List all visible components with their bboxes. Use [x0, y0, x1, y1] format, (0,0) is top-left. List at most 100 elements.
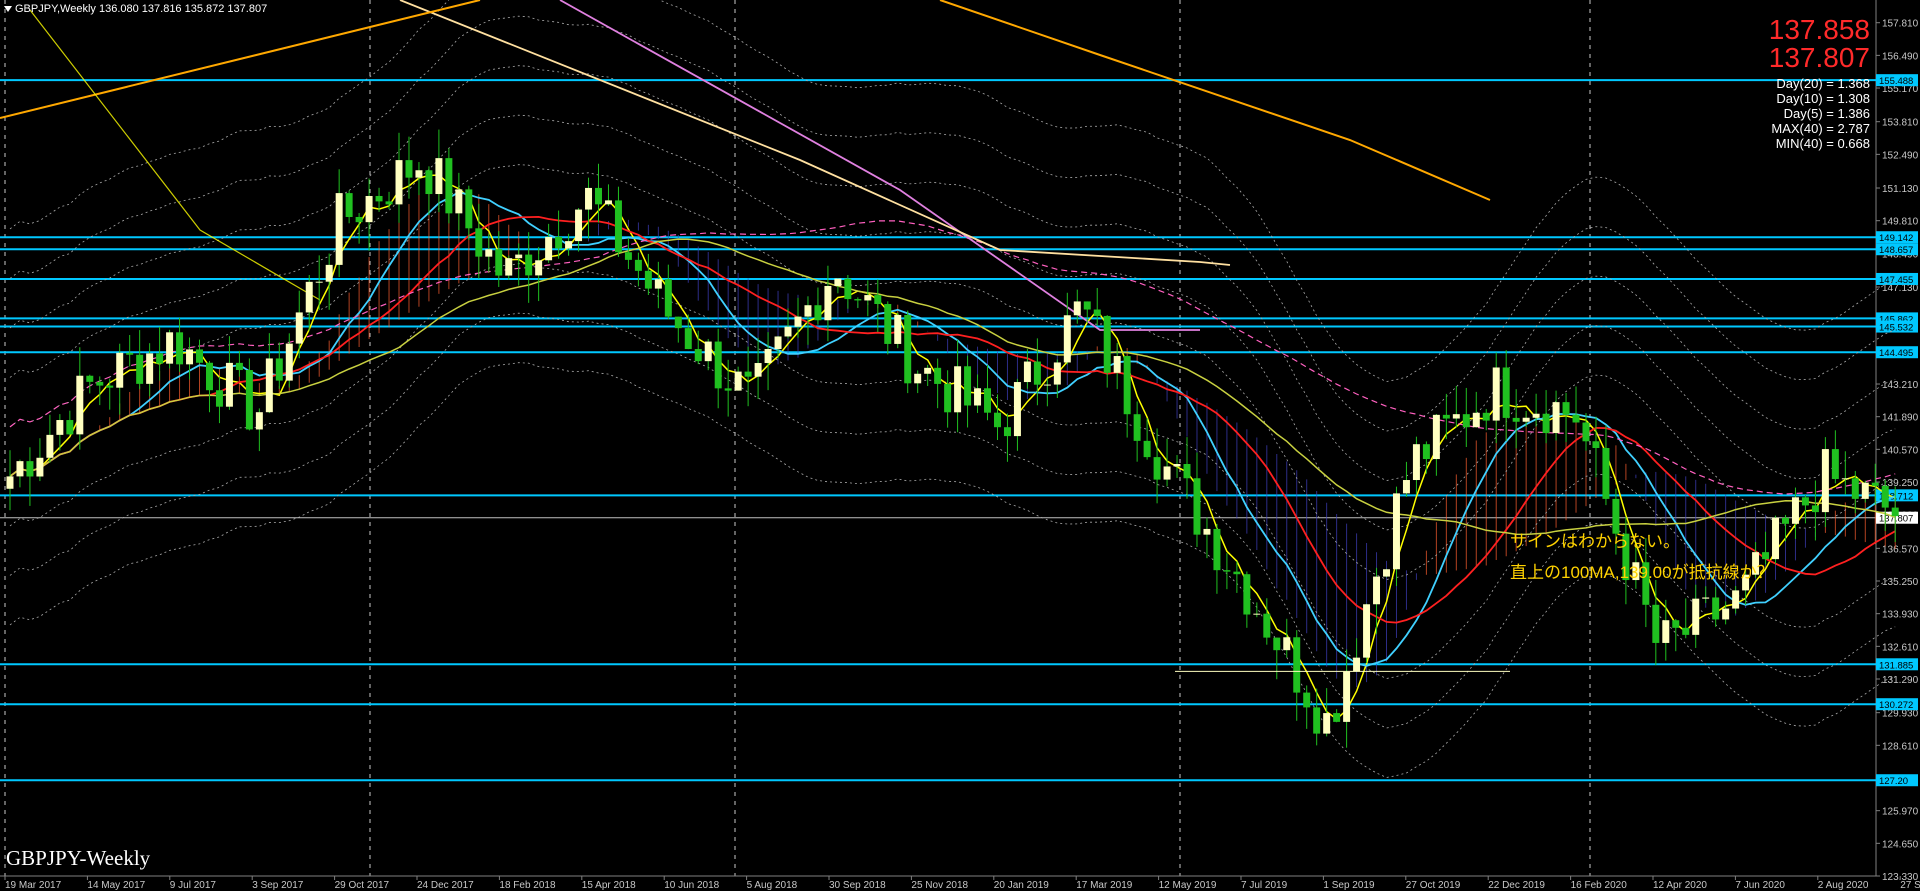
candle-body [774, 336, 782, 350]
y-tick-label: 136.570 [1882, 544, 1919, 555]
x-tick-label: 14 May 2017 [87, 880, 145, 891]
candle-body [315, 281, 323, 283]
candle-body [1732, 590, 1740, 609]
candle-body [704, 341, 712, 362]
candle-body [1692, 598, 1700, 635]
stat-day10: Day(10) = 1.308 [1776, 91, 1870, 106]
candle-body [804, 305, 812, 317]
candle-body [1243, 574, 1251, 615]
candle-body [1412, 444, 1420, 481]
candle-body [1363, 604, 1371, 658]
candle-body [1083, 301, 1091, 310]
stat-min40: MIN(40) = 0.668 [1775, 136, 1870, 151]
candle-body [146, 353, 154, 384]
candle-body [16, 461, 24, 477]
y-tick-label: 133.930 [1882, 610, 1919, 621]
candle-body [844, 278, 852, 300]
candle-body [1712, 597, 1720, 620]
x-tick-label: 1 Sep 2019 [1323, 880, 1375, 891]
candle-body [1033, 361, 1041, 385]
ma-60-line [9, 220, 1896, 495]
candle-body [305, 281, 313, 313]
candle-body [156, 353, 164, 364]
candle-body [1672, 620, 1680, 628]
candle-body [106, 385, 114, 388]
y-tick-label: 143.210 [1882, 380, 1919, 391]
candle-body [904, 314, 912, 384]
y-tick-label: 124.650 [1882, 839, 1919, 850]
candle-body [1861, 482, 1869, 499]
candle-body [854, 299, 862, 301]
candle-body [46, 434, 54, 458]
candle-body [674, 316, 682, 329]
ask-price: 137.807 [1768, 42, 1870, 73]
candle-body [614, 200, 622, 253]
candle-body [425, 170, 433, 195]
x-tick-label: 27 Oct 2019 [1406, 880, 1461, 891]
candle-body [744, 371, 752, 377]
candle-body [1402, 480, 1410, 494]
candle-body [1562, 402, 1570, 415]
price-level-label: 145.532 [1879, 323, 1913, 334]
candle-body [734, 371, 742, 391]
ma-yellow-long-line [29, 9, 321, 301]
annotation-resistance: 直上の100MA,139.00が抵抗線か？ [1510, 563, 1774, 582]
chart-area: 157.810 156.490 155.170 153.810 152.490 151.1… [0, 0, 1920, 891]
candle-body [1003, 427, 1011, 437]
candle-body [644, 270, 652, 289]
candle-body [1333, 713, 1341, 722]
candle-body [545, 236, 553, 261]
candle-body [1542, 413, 1550, 434]
candle-body [1851, 478, 1859, 499]
candle-body [295, 312, 303, 344]
envelope-line [9, 15, 1896, 432]
y-tick-label: 131.290 [1882, 675, 1919, 686]
candle-body [1313, 707, 1321, 734]
candle-body [1702, 597, 1710, 599]
price-level-label: 127.20 [1879, 776, 1908, 787]
candle-body [1442, 414, 1450, 419]
candle-body [1432, 414, 1440, 460]
candle-body [1383, 569, 1390, 577]
envelope-line [9, 114, 1896, 531]
x-tick-label: 30 Sep 2018 [829, 880, 886, 891]
candle-body [1392, 493, 1400, 570]
candle-body [136, 354, 144, 384]
candle-body [1113, 356, 1121, 373]
candle-body [884, 304, 892, 344]
candle-body [1303, 692, 1311, 708]
x-tick-label: 24 Dec 2017 [417, 880, 474, 891]
candle-body [954, 366, 962, 413]
candle-body [1452, 414, 1460, 419]
candle-body [1283, 637, 1291, 651]
chevron-down-icon[interactable] [4, 6, 12, 13]
candle-body [365, 195, 373, 223]
ma-40-line [9, 238, 1896, 536]
candle-body [714, 341, 722, 389]
candle-body [1143, 440, 1151, 458]
candle-body [1153, 457, 1161, 480]
y-tick-label: 151.130 [1882, 184, 1919, 195]
candle-body [56, 420, 64, 435]
x-tick-label: 3 Sep 2017 [252, 880, 304, 891]
candle-body [1073, 301, 1081, 316]
candle-body [176, 332, 184, 365]
candle-body [1273, 637, 1281, 651]
candle-body [96, 381, 104, 386]
candle-body [455, 189, 463, 214]
candle-body [664, 279, 672, 317]
candle-body [1811, 505, 1819, 513]
price-level-label: 155.488 [1879, 76, 1913, 87]
candle-body [1093, 309, 1101, 316]
price-level-label: 144.495 [1879, 348, 1913, 359]
y-tick-label: 125.970 [1882, 807, 1919, 818]
candle-body [604, 200, 612, 205]
candle-body [166, 332, 174, 364]
price-level-label: 131.885 [1879, 660, 1913, 671]
candle-body [1841, 478, 1849, 480]
candle-body [445, 158, 453, 214]
ma-300-line [399, 0, 1231, 266]
candle-body [764, 349, 772, 364]
candle-body [485, 249, 493, 257]
candle-body [495, 249, 503, 276]
